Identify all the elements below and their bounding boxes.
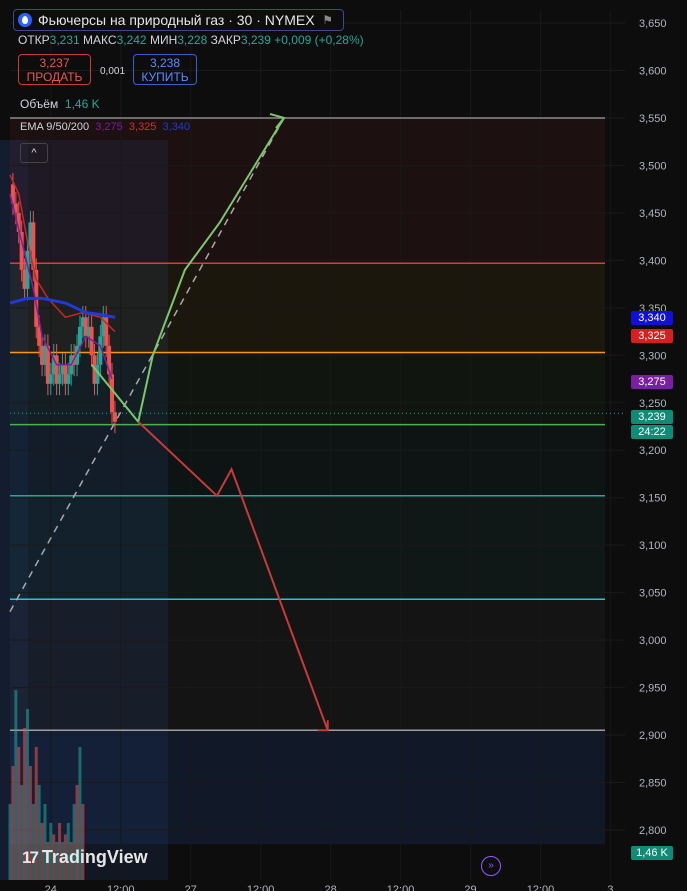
y-tick-label: 3,400 [639,255,667,267]
x-tick-label: 12:00 [387,884,415,891]
collapse-legend-button[interactable]: ^ [20,143,48,163]
price-zone-0 [10,117,605,264]
price-zone-5 [10,599,605,730]
y-tick-label: 3,100 [639,540,667,552]
candle-body-14 [48,374,53,384]
x-tick-label: 12:00 [247,884,275,891]
y-tick-label: 3,250 [639,398,667,410]
countdown-badge: 24:22 [631,425,673,439]
y-tick-label: 2,800 [639,825,667,837]
price-zone-4 [10,495,605,600]
y-tick-label: 3,500 [639,160,667,172]
x-tick-label: 3 [607,884,613,891]
ema-legend[interactable]: EMA 9/50/200 3,275 3,325 3,340 [20,121,190,133]
candle-body-35 [110,374,115,413]
chart-title: Фьючерсы на природный газ · 30 · NYMEX [38,12,315,28]
x-tick-label: 29 [464,884,476,891]
price-chart[interactable]: 3,6503,6003,5503,5003,4503,4003,3503,300… [0,0,687,891]
ema-200-badge: 3,340 [631,311,673,325]
x-tick-label: 12:00 [527,884,555,891]
x-tick-label: 27 [185,884,197,891]
tradingview-logo[interactable]: 17 TradingView [22,847,148,868]
price-zone-6 [10,730,605,845]
y-tick-label: 2,950 [639,683,667,695]
ema-50-badge: 3,325 [631,329,673,343]
tradingview-wordmark: TradingView [41,847,148,867]
volume-badge: 1,46 K [631,846,673,860]
y-tick-label: 3,650 [639,18,667,30]
volume-bar-25 [81,804,85,880]
y-tick-label: 3,600 [639,65,667,77]
y-tick-label: 3,150 [639,493,667,505]
tradingview-mark: 17 [22,847,39,867]
x-tick-label: 28 [324,884,336,891]
price-change: +0,009 (+0,28%) [274,33,364,47]
candle-body-17 [57,374,62,384]
candle-body-20 [66,374,71,384]
volume-bar-0 [8,804,12,880]
y-tick-label: 3,300 [639,350,667,362]
ohlc-legend: ОТКР3,231 МАКС3,242 МИН3,228 ЗАКР3,239 +… [18,33,364,47]
y-tick-label: 2,900 [639,730,667,742]
last-price-badge: 3,239 [631,410,673,424]
volume-bar-1 [11,766,15,880]
y-tick-label: 3,050 [639,588,667,600]
symbol-title-box[interactable]: Фьючерсы на природный газ · 30 · NYMEX ⚑ [13,9,344,31]
sell-price: 3,237 [39,56,70,70]
go-to-realtime-icon[interactable]: » [481,856,501,876]
y-tick-label: 3,550 [639,113,667,125]
y-tick-label: 3,000 [639,635,667,647]
volume-bar-12 [43,804,47,880]
buy-price: 3,238 [149,56,181,70]
x-tick-label: 12:00 [107,884,135,891]
sell-button[interactable]: 3,237 ПРОДАТЬ [18,54,91,85]
volume-bar-3 [17,747,21,880]
flame-icon [18,13,32,27]
y-tick-label: 3,450 [639,208,667,220]
buy-label: КУПИТЬ [141,70,189,84]
y-tick-label: 3,200 [639,445,667,457]
candle-body-24 [77,326,82,346]
sell-label: ПРОДАТЬ [26,70,83,84]
x-tick-label: 24 [45,884,57,891]
flag-icon[interactable]: ⚑ [321,13,335,27]
volume-legend[interactable]: Объём 1,46 K [20,97,100,111]
volume-bar-22 [72,804,76,880]
spread-value: 0,001 [100,66,126,77]
volume-bar-2 [14,690,18,880]
price-zone-3 [10,424,605,496]
buy-button[interactable]: 3,238 КУПИТЬ [133,54,197,85]
y-tick-label: 2,850 [639,778,667,790]
ema-9-badge: 3,275 [631,375,673,389]
volume-bar-8 [31,804,35,880]
